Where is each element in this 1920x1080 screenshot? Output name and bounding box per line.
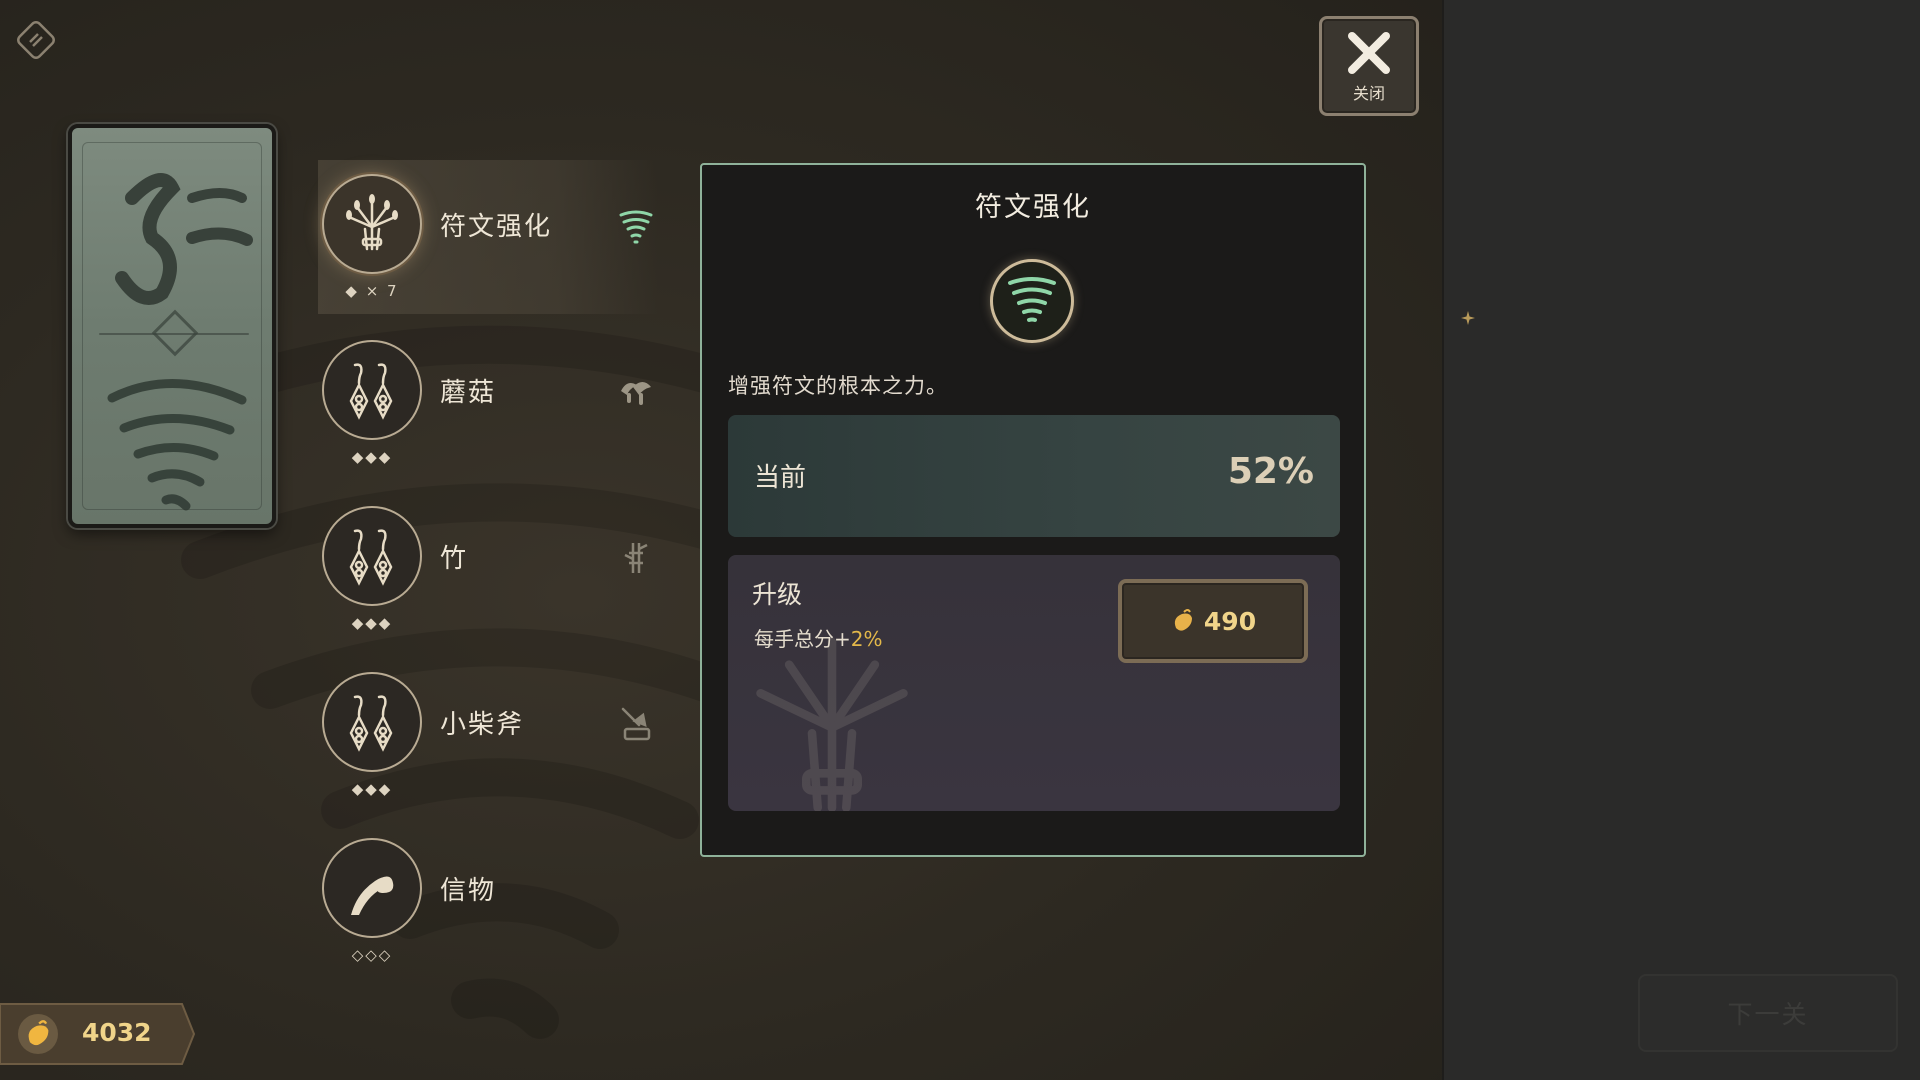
side-area bbox=[1442, 0, 1920, 1080]
upgrade-effect-prefix: 每手总分+ bbox=[754, 627, 851, 651]
close-icon bbox=[1348, 32, 1390, 74]
currency-display: 4032 bbox=[0, 1002, 196, 1066]
tornado-icon bbox=[616, 206, 656, 246]
tornado-icon bbox=[1008, 277, 1056, 322]
rune-card bbox=[68, 124, 276, 528]
feather-swirl-icon bbox=[351, 876, 394, 915]
skill-icon-frame bbox=[322, 340, 422, 440]
skill-item-bamboo[interactable]: 竹 ◆◆◆ bbox=[318, 492, 658, 658]
skill-level: ◇◇◇ bbox=[351, 946, 393, 964]
seed-coin-icon bbox=[1174, 609, 1192, 631]
upgrade-label: 升级 bbox=[752, 580, 803, 609]
earring-pair-icon bbox=[349, 363, 393, 420]
detail-title: 符文强化 bbox=[975, 192, 1091, 223]
upgrade-cost: 490 bbox=[1203, 606, 1257, 636]
skill-name: 符文强化 bbox=[440, 212, 553, 242]
current-label: 当前 bbox=[754, 463, 807, 493]
skill-icon-frame bbox=[322, 506, 422, 606]
skill-icon-frame bbox=[322, 838, 422, 938]
skill-level: ◆ × 7 bbox=[345, 282, 399, 300]
upgrade-box: 升级 每手总分+2% 490 bbox=[728, 555, 1340, 811]
upgrade-effect: 每手总分+2% bbox=[754, 623, 883, 652]
skill-item-rune-enhance[interactable]: 符文强化 ◆ × 7 bbox=[318, 160, 658, 326]
skill-item-mushroom[interactable]: 蘑菇 ◆◆◆ bbox=[318, 326, 658, 492]
skill-icon-frame bbox=[322, 672, 422, 772]
skill-item-keepsake[interactable]: 信物 ◇◇◇ bbox=[318, 824, 658, 990]
detail-panel: 符文强化 增强符文的根本之力。 当前 52% 升级 每手总分+2% 490 bbox=[700, 163, 1366, 857]
axe-stump-icon bbox=[616, 704, 656, 744]
skill-level: ◆◆◆ bbox=[351, 448, 393, 466]
currency-amount: 4032 bbox=[82, 1018, 152, 1047]
upgrade-cost-button[interactable]: 490 bbox=[1118, 579, 1308, 663]
seed-coin-icon bbox=[18, 1014, 58, 1054]
skill-icon-frame bbox=[322, 174, 422, 274]
current-value-box: 当前 52% bbox=[728, 415, 1340, 537]
skill-item-small-axe[interactable]: 小柴斧 ◆◆◆ bbox=[318, 658, 658, 824]
menu-icon bbox=[17, 21, 55, 59]
current-value: 52% bbox=[1227, 451, 1314, 492]
rune-glyph-icon bbox=[99, 173, 253, 511]
sparkle-icon bbox=[1461, 311, 1475, 325]
upgrade-effect-value: 2% bbox=[850, 627, 883, 651]
detail-icon-frame bbox=[990, 259, 1074, 343]
wheat-bundle-icon bbox=[346, 194, 398, 251]
game-area: 符文强化 ◆ × 7 蘑菇 ◆◆◆ 竹 ◆◆◆ 小柴斧 ◆◆◆ 信物 ◇◇◇ 符… bbox=[0, 0, 1442, 1080]
skill-name: 蘑菇 bbox=[440, 378, 497, 408]
detail-description: 增强符文的根本之力。 bbox=[728, 374, 948, 398]
next-level-button[interactable]: 下一关 bbox=[1638, 974, 1898, 1052]
earring-pair-icon bbox=[349, 529, 393, 586]
skill-level: ◆◆◆ bbox=[351, 780, 393, 798]
close-label: 关闭 bbox=[1352, 84, 1385, 103]
skill-level: ◆◆◆ bbox=[351, 614, 393, 632]
skill-name: 信物 bbox=[440, 876, 497, 906]
skill-name: 小柴斧 bbox=[440, 710, 525, 740]
bamboo-icon bbox=[616, 538, 656, 578]
skill-name: 竹 bbox=[440, 544, 469, 574]
skill-list: 符文强化 ◆ × 7 蘑菇 ◆◆◆ 竹 ◆◆◆ 小柴斧 ◆◆◆ 信物 ◇◇◇ bbox=[318, 160, 658, 990]
earring-pair-icon bbox=[349, 695, 393, 752]
close-button[interactable]: 关闭 bbox=[1319, 16, 1419, 116]
menu-button[interactable] bbox=[12, 16, 60, 64]
mushroom-icon bbox=[616, 372, 656, 412]
next-level-label: 下一关 bbox=[1727, 1000, 1809, 1029]
